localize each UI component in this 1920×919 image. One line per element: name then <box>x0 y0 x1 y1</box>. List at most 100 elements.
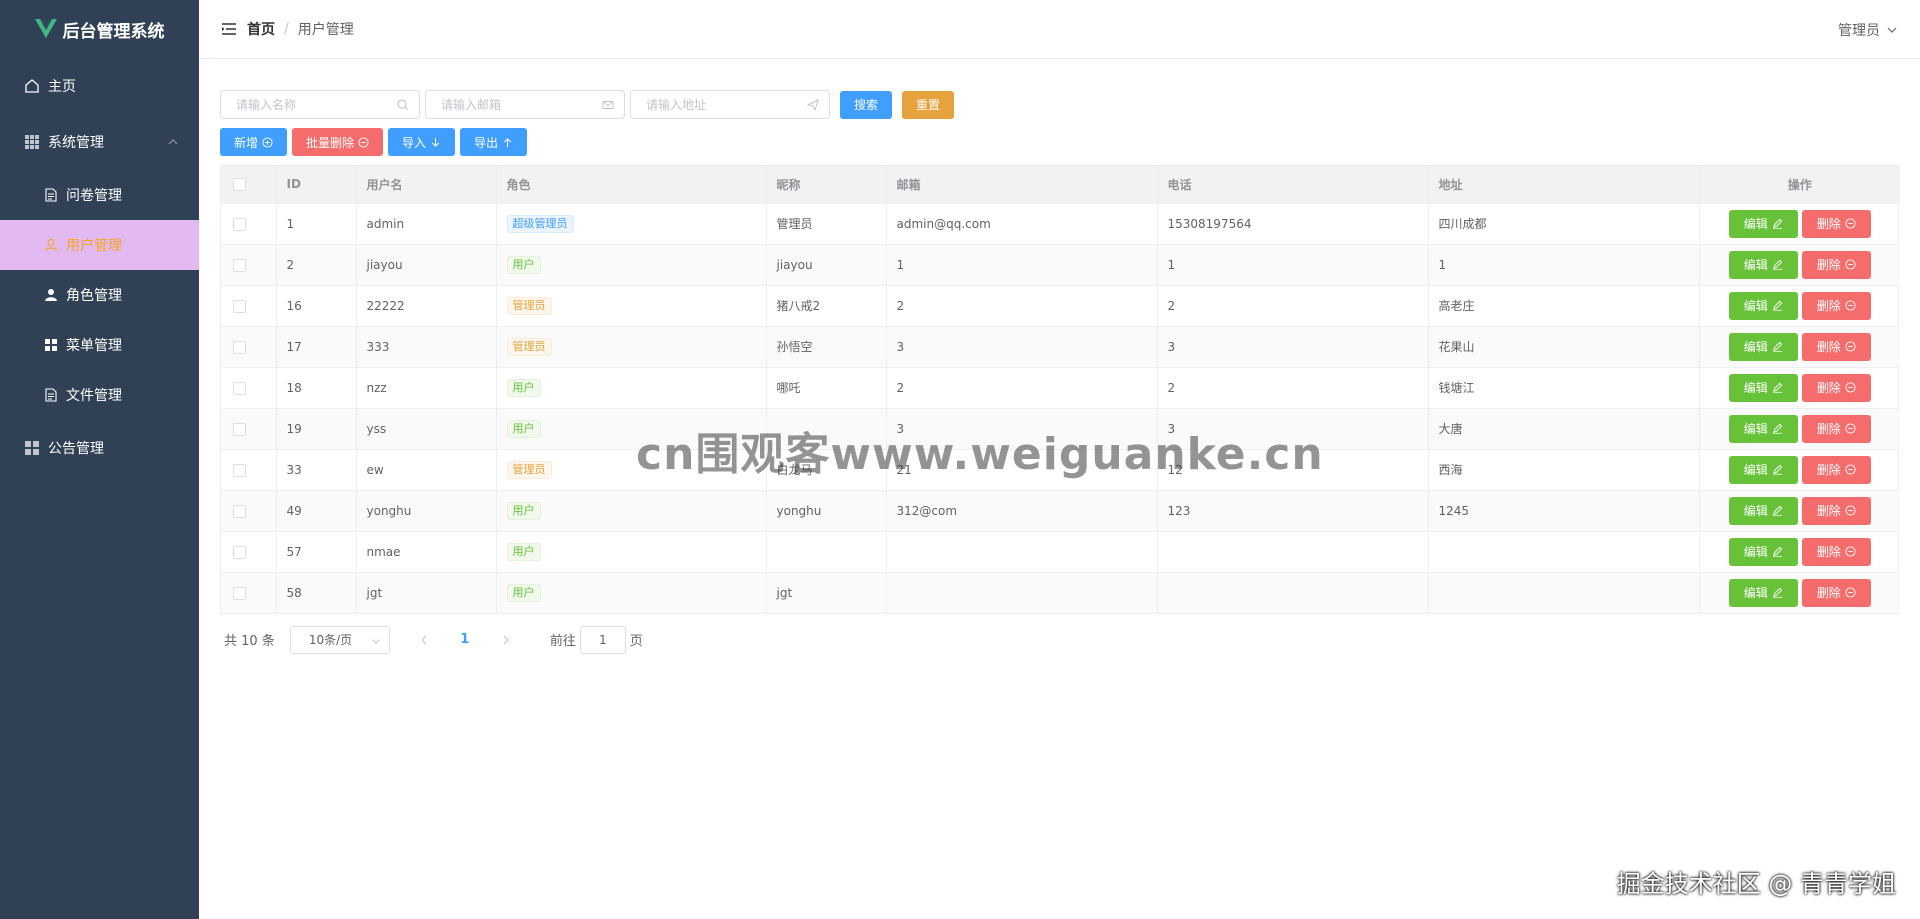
row-checkbox[interactable] <box>233 217 246 231</box>
table-row: 58 jgt 用户 jgt 编辑 删除 <box>221 572 1900 614</box>
page-size-select[interactable]: 10条/页 <box>289 625 390 654</box>
breadcrumb-current: 用户管理 <box>297 22 354 38</box>
prev-page-button[interactable] <box>410 626 438 654</box>
edit-button[interactable]: 编辑 <box>1728 209 1798 238</box>
delete-button[interactable]: 删除 <box>1801 373 1871 402</box>
cell-nickname <box>766 408 887 450</box>
edit-button[interactable]: 编辑 <box>1728 496 1798 525</box>
cell-email: 1 <box>886 244 1158 286</box>
delete-button[interactable]: 删除 <box>1801 414 1871 443</box>
row-checkbox[interactable] <box>233 586 246 600</box>
corner-watermark: 掘金技术社区 @ 青青学姐 <box>1616 870 1896 898</box>
sidebar: 后台管理系统 主页 系统管理 问卷管理 用户管理 角色管理 菜单管理 文件管理 … <box>0 0 199 919</box>
row-checkbox[interactable] <box>233 258 246 272</box>
sidebar-item-menus[interactable]: 菜单管理 <box>0 320 199 370</box>
sidebar-item-roles[interactable]: 角色管理 <box>0 270 199 320</box>
house-icon <box>24 78 40 94</box>
cell-nickname: yonghu <box>766 490 887 532</box>
column-header: 昵称 <box>766 166 887 204</box>
column-header: ID <box>276 166 357 204</box>
sidebar-item-label: 角色管理 <box>66 288 122 304</box>
batch-delete-button[interactable]: 批量删除 <box>292 128 384 156</box>
row-checkbox[interactable] <box>233 545 246 559</box>
edit-icon <box>1772 546 1783 557</box>
cell-email: 21 <box>886 449 1158 491</box>
edit-button[interactable]: 编辑 <box>1728 414 1798 443</box>
row-checkbox[interactable] <box>233 381 246 395</box>
search-button[interactable]: 搜索 <box>840 90 893 119</box>
name-search-input[interactable] <box>221 91 419 118</box>
circle-plus-icon <box>262 136 273 148</box>
cell-id: 58 <box>276 572 357 614</box>
email-search-input[interactable] <box>426 91 624 118</box>
page-number-current[interactable]: 1 <box>450 632 480 647</box>
column-header: 邮箱 <box>886 166 1158 204</box>
delete-button[interactable]: 删除 <box>1801 250 1871 279</box>
role-tag: 用户 <box>506 255 541 274</box>
chevron-right-icon <box>503 635 509 644</box>
cell-phone: 123 <box>1157 490 1429 532</box>
role-tag: 管理员 <box>506 460 552 479</box>
row-checkbox[interactable] <box>233 463 246 477</box>
delete-button[interactable]: 删除 <box>1801 209 1871 238</box>
sidebar-item-home[interactable]: 主页 <box>0 58 199 114</box>
select-all-checkbox[interactable] <box>233 178 246 192</box>
delete-button[interactable]: 删除 <box>1801 332 1871 361</box>
cell-email: admin@qq.com <box>886 203 1158 245</box>
import-button[interactable]: 导入 <box>388 128 456 156</box>
cell-id: 57 <box>276 531 357 573</box>
reset-button[interactable]: 重置 <box>902 90 955 119</box>
edit-button[interactable]: 编辑 <box>1728 578 1798 607</box>
sidebar-item-system[interactable]: 系统管理 <box>0 114 199 170</box>
goto-page-input[interactable] <box>579 625 626 654</box>
export-button[interactable]: 导出 <box>460 128 528 156</box>
cell-email: 3 <box>886 326 1158 368</box>
delete-button[interactable]: 删除 <box>1801 537 1871 566</box>
cell-id: 18 <box>276 367 357 409</box>
role-tag: 用户 <box>506 501 541 520</box>
add-button[interactable]: 新增 <box>220 128 288 156</box>
delete-button[interactable]: 删除 <box>1801 291 1871 320</box>
edit-button[interactable]: 编辑 <box>1728 332 1798 361</box>
edit-button[interactable]: 编辑 <box>1728 373 1798 402</box>
delete-button[interactable]: 删除 <box>1801 496 1871 525</box>
edit-button[interactable]: 编辑 <box>1728 291 1798 320</box>
row-checkbox[interactable] <box>233 422 246 436</box>
table-row: 18 nzz 用户 哪吒 2 2 钱塘江 编辑 删除 <box>221 367 1900 409</box>
cell-username: yonghu <box>356 490 497 532</box>
cell-address: 西海 <box>1428 449 1700 491</box>
menu-fold-icon[interactable] <box>221 21 237 37</box>
cell-nickname: 孙悟空 <box>766 326 887 368</box>
breadcrumb-home[interactable]: 首页 <box>247 19 275 39</box>
cell-address: 高老庄 <box>1428 285 1700 327</box>
delete-button[interactable]: 删除 <box>1801 455 1871 484</box>
logo[interactable]: 后台管理系统 <box>0 0 199 58</box>
edit-button[interactable]: 编辑 <box>1728 250 1798 279</box>
sidebar-item-users[interactable]: 用户管理 <box>0 220 199 270</box>
cell-phone: 12 <box>1157 449 1429 491</box>
circle-minus-icon <box>1845 464 1856 475</box>
delete-button[interactable]: 删除 <box>1801 578 1871 607</box>
sidebar-item-files[interactable]: 文件管理 <box>0 370 199 420</box>
cell-nickname: jiayou <box>766 244 887 286</box>
main-content: 搜索 重置 新增 批量删除 导入 导出 <box>199 60 1920 919</box>
edit-icon <box>1772 423 1783 434</box>
sidebar-item-label: 文件管理 <box>66 388 122 404</box>
cell-username: jiayou <box>356 244 497 286</box>
sidebar-item-notice[interactable]: 公告管理 <box>0 420 199 476</box>
row-checkbox[interactable] <box>233 504 246 518</box>
row-checkbox[interactable] <box>233 299 246 313</box>
cell-nickname: 哪吒 <box>766 367 887 409</box>
edit-button[interactable]: 编辑 <box>1728 455 1798 484</box>
user-dropdown[interactable]: 管理员 <box>1838 0 1898 59</box>
edit-button[interactable]: 编辑 <box>1728 537 1798 566</box>
next-page-button[interactable] <box>492 626 520 654</box>
cell-username: admin <box>356 203 497 245</box>
address-search-input[interactable] <box>631 91 829 118</box>
row-checkbox[interactable] <box>233 340 246 354</box>
role-tag: 用户 <box>506 542 541 561</box>
grid-icon <box>24 134 40 150</box>
sidebar-item-survey[interactable]: 问卷管理 <box>0 170 199 220</box>
cell-id: 17 <box>276 326 357 368</box>
cell-username: ew <box>356 449 497 491</box>
